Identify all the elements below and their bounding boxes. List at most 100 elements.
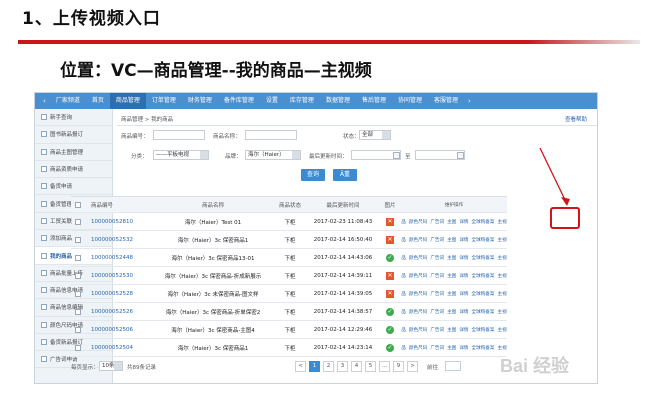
action-link[interactable]: 全球购备案 [472,327,495,333]
brand-select[interactable]: 海尔（Haier） [245,150,301,160]
action-link[interactable]: 颜色尺码 [409,273,427,279]
sku-link[interactable]: 100000052532 [91,231,151,248]
action-link[interactable]: 详情 [459,291,468,297]
header-sku[interactable]: 商品编号 [91,197,151,212]
page-button[interactable]: 5 [365,361,376,372]
sku-link[interactable]: 100000052530 [91,267,151,284]
row-checkbox[interactable] [75,339,83,356]
action-link[interactable]: 商品 [401,255,406,261]
row-checkbox[interactable] [75,285,83,302]
row-checkbox[interactable] [75,321,83,338]
select-all-checkbox[interactable] [75,197,83,212]
sku-link[interactable]: 100000052526 [91,303,151,320]
sku-link[interactable]: 100000052504 [91,339,151,356]
action-link[interactable]: 广告词 [430,255,444,261]
action-link[interactable]: 商品 [401,273,406,279]
action-link[interactable]: 主图 [447,219,456,225]
sku-link[interactable]: 100000052506 [91,321,151,338]
sidebar-item[interactable]: 商品主图管理 [35,144,112,161]
row-checkbox[interactable] [75,267,83,284]
calendar-icon[interactable] [457,152,464,159]
page-button[interactable]: 1 [309,361,320,372]
nav-item-inventory[interactable]: 库存管理 [284,93,320,109]
next-page-button[interactable]: > [407,361,418,372]
action-link[interactable]: 主图 [447,291,456,297]
name-input[interactable] [245,130,297,140]
action-link[interactable]: 全球购备案 [472,255,495,261]
action-link[interactable]: 颜色尺码 [409,327,427,333]
main-video-link[interactable]: 主视频 [498,291,508,297]
action-link[interactable]: 商品 [401,327,406,333]
nav-item-after-sales[interactable]: 售后管理 [356,93,392,109]
action-link[interactable]: 全球购备案 [472,291,495,297]
action-link[interactable]: 广告词 [430,327,444,333]
main-video-link[interactable]: 主视频 [498,345,508,351]
action-link[interactable]: 颜色尺码 [409,255,427,261]
sku-link[interactable]: 100000052810 [91,213,151,230]
sidebar-item[interactable]: 备货申请 [35,178,112,196]
action-link[interactable]: 全球购备案 [472,309,495,315]
nav-right-arrow-icon[interactable]: › [464,93,475,109]
row-checkbox[interactable] [75,303,83,320]
action-link[interactable]: 广告词 [430,237,444,243]
nav-item-finance-management[interactable]: 财务管理 [182,93,218,109]
nav-item-product-management[interactable]: 商品管理 [109,93,146,109]
action-link[interactable]: 商品 [401,309,406,315]
nav-item-customer-service[interactable]: 客服管理 [428,93,464,109]
nav-item-home[interactable]: 首页 [86,93,110,109]
main-video-link[interactable]: 主视频 [498,219,508,225]
goto-page-input[interactable] [445,361,461,371]
action-link[interactable]: 颜色尺码 [409,219,427,225]
main-video-link[interactable]: 主视频 [498,255,508,261]
action-link[interactable]: 详情 [459,237,468,243]
nav-item-spare-parts[interactable]: 备件库管理 [218,93,260,109]
main-video-link[interactable]: 主视频 [498,327,508,333]
action-link[interactable]: 详情 [459,273,468,279]
row-checkbox[interactable] [75,213,83,230]
action-link[interactable]: 广告词 [430,309,444,315]
action-link[interactable]: 广告词 [430,291,444,297]
main-video-link[interactable]: 主视频 [498,309,508,315]
action-link[interactable]: 主图 [447,273,456,279]
action-link[interactable]: 颜色尺码 [409,309,427,315]
reset-button[interactable]: Ā重 [333,169,357,181]
main-video-link[interactable]: 主视频 [498,273,508,279]
row-checkbox[interactable] [75,231,83,248]
nav-left-arrow-icon[interactable]: ‹ [39,93,50,109]
action-link[interactable]: 广告词 [430,345,444,351]
nav-item-data[interactable]: 数据管理 [320,93,356,109]
action-link[interactable]: 全球购备案 [472,237,495,243]
action-link[interactable]: 详情 [459,345,468,351]
prev-page-button[interactable]: < [295,361,306,372]
action-link[interactable]: 广告词 [430,273,444,279]
action-link[interactable]: 颜色尺码 [409,345,427,351]
page-button[interactable]: 3 [337,361,348,372]
help-link[interactable]: 查看帮助 [565,115,587,123]
row-checkbox[interactable] [75,249,83,266]
page-button[interactable]: 9 [393,361,404,372]
action-link[interactable]: 颜色尺码 [409,237,427,243]
action-link[interactable]: 商品 [401,237,406,243]
sidebar-item[interactable]: 商品资质申请 [35,161,112,179]
nav-item-collaboration[interactable]: 协同管理 [392,93,428,109]
action-link[interactable]: 主图 [447,237,456,243]
page-button[interactable]: 2 [323,361,334,372]
page-button[interactable]: 4 [351,361,362,372]
per-page-select[interactable]: 10条 [99,361,123,371]
action-link[interactable]: 商品 [401,291,406,297]
main-video-link[interactable]: 主视频 [498,237,508,243]
category-select[interactable]: ——平板电视 [153,150,209,160]
action-link[interactable]: 主图 [447,309,456,315]
action-link[interactable]: 主图 [447,255,456,261]
action-link[interactable]: 商品 [401,345,406,351]
sku-link[interactable]: 100000052528 [91,285,151,302]
action-link[interactable]: 全球购备案 [472,219,495,225]
action-link[interactable]: 详情 [459,327,468,333]
action-link[interactable]: 详情 [459,255,468,261]
nav-item-vendor-channel[interactable]: 厂家频道 [50,93,86,109]
action-link[interactable]: 全球购备案 [472,345,495,351]
nav-item-order-management[interactable]: 订单管理 [146,93,182,109]
action-link[interactable]: 主图 [447,327,456,333]
nav-item-settings[interactable]: 设置 [260,93,284,109]
action-link[interactable]: 主图 [447,345,456,351]
